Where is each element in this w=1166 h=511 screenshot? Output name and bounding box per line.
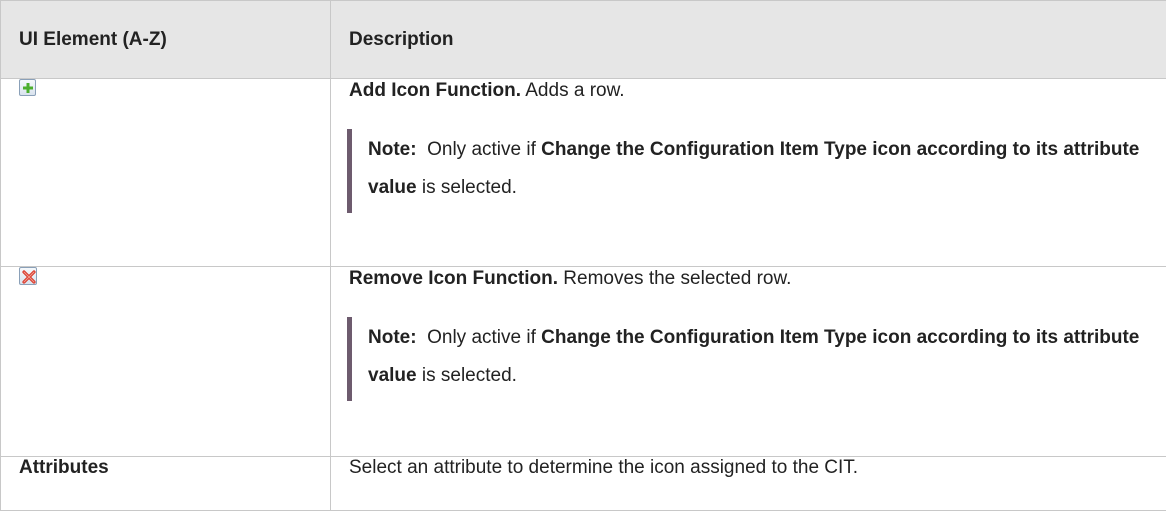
cell-description-remove: Remove Icon Function. Removes the select… <box>330 266 1166 457</box>
note-block: Note: Only active if Change the Configur… <box>347 317 1148 401</box>
function-title: Add Icon Function. <box>349 80 522 101</box>
remove-x-icon <box>19 267 37 285</box>
function-text: Adds a row. <box>521 80 625 101</box>
note-pre-text: Only active if <box>416 327 542 348</box>
description-line: Remove Icon Function. Removes the select… <box>349 267 1148 291</box>
note-post-text: is selected. <box>416 365 517 386</box>
function-text: Removes the selected row. <box>558 268 792 289</box>
description-line: Add Icon Function. Adds a row. <box>349 79 1148 103</box>
add-plus-icon <box>19 79 36 96</box>
cell-description-attributes: Select an attribute to determine the ico… <box>330 456 1166 511</box>
cell-element-add <box>0 78 331 267</box>
header-description: Description <box>330 0 1166 79</box>
table-row-attributes: Attributes Select an attribute to determ… <box>0 456 1166 511</box>
cell-element-attributes: Attributes <box>0 456 331 511</box>
function-title: Remove Icon Function. <box>349 268 559 289</box>
cell-description-add: Add Icon Function. Adds a row. Note: Onl… <box>330 78 1166 267</box>
table-row-add-icon-function: Add Icon Function. Adds a row. Note: Onl… <box>0 78 1166 267</box>
element-name: Attributes <box>19 457 109 478</box>
note-post-text: is selected. <box>416 177 517 198</box>
note-label: Note: <box>368 327 417 348</box>
note-block: Note: Only active if Change the Configur… <box>347 129 1148 213</box>
note-pre-text: Only active if <box>416 139 542 160</box>
note-label: Note: <box>368 139 417 160</box>
cell-element-remove <box>0 266 331 457</box>
table-row-remove-icon-function: Remove Icon Function. Removes the select… <box>0 266 1166 457</box>
header-ui-element: UI Element (A-Z) <box>0 0 331 79</box>
table-header-row: UI Element (A-Z) Description <box>0 0 1166 79</box>
ui-element-reference-table: UI Element (A-Z) Description Add Icon Fu… <box>0 0 1166 511</box>
